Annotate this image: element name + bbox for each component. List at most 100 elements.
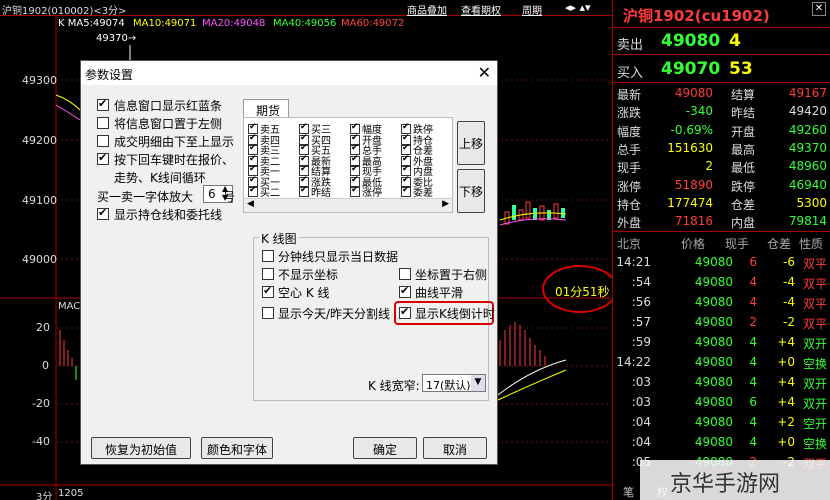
option-label: 将信息窗口置于左侧 [114,117,223,131]
quote-label: 结算 [731,88,756,102]
tick-time: :03 [631,375,651,389]
field-label: 昨结 [311,188,331,199]
dialog-title: 参数设置 [85,68,134,82]
option-label: 显示持仓线和委托线 [114,208,223,222]
tick-price: 49080 [694,355,733,369]
kwidth-label: K 线宽窄: [368,379,420,393]
tick-price: 49080 [694,295,733,309]
macd-label: MAC [58,301,81,312]
high-price-marker: 49370→ [96,33,137,44]
tick-row: :54 49080 4 -4 双平 [613,272,830,292]
reset-defaults-button[interactable]: 恢复为初始值 [91,437,191,459]
period-indicator: 3分 [36,492,53,500]
quote-value: 49167 [788,86,827,100]
kwidth-select[interactable]: 17(默认) ▼ [422,374,486,392]
tick-row: :04 49080 4 +0 空换 [613,432,830,452]
tick-price: 49080 [694,335,733,349]
quote-label: 最高 [731,142,756,157]
chevron-left-icon[interactable]: ◀ [247,199,254,209]
tick-type: 双开 [802,397,827,411]
checkbox-minute-today[interactable] [262,250,274,262]
close-icon[interactable]: ✕ [812,2,826,16]
tick-type: 空开 [802,417,827,431]
tick-header-vol: 现手 [725,237,750,251]
checkbox-day-divider[interactable] [262,307,274,319]
buy-label: 买入 [617,66,644,81]
option-label: 按下回车键时在报价、 [114,153,235,167]
color-font-button[interactable]: 颜色和字体 [201,437,273,459]
tick-row: 14:22 49080 4 +0 空换 [613,352,830,372]
chevron-right-icon[interactable]: ▶ [442,199,449,209]
ok-label: 确定 [372,443,397,457]
tick-oi-change: +4 [777,375,795,389]
futures-field-list[interactable]: 卖五卖四卖三卖二卖一买一买二买三买四买五最新结算涨跌昨结幅度开盘总手最高现手最低… [243,117,453,213]
field-label: 买二 [260,188,280,199]
quote-row: 最新 49080 结算 49167 [613,84,830,102]
tick-volume: 4 [749,295,757,309]
ma20-label: MA20:49048 [202,18,266,29]
tab-trades[interactable]: 笔 [623,484,634,500]
tick-row: :03 49080 6 +4 双开 [613,392,830,412]
watermark: 京华手游网 [640,460,830,500]
ok-button[interactable]: 确定 [353,437,417,459]
checkbox-info-redblue[interactable] [97,97,109,111]
tick-type: 双平 [802,317,827,331]
quote-value: -0.69% [670,122,713,137]
move-down-button[interactable]: 下移 [457,169,485,213]
quote-label: 外盘 [617,216,642,231]
move-up-label: 上移 [458,137,483,151]
move-down-label: 下移 [458,185,483,199]
quote-label: 最新 [617,88,642,102]
checkbox-info-left[interactable] [97,117,109,129]
link-period[interactable]: 周期 [522,2,542,17]
link-options[interactable]: 查看期权 [461,2,501,17]
quote-label: 涨跌 [617,106,642,121]
zoom-unit: 号 [223,190,236,204]
checkbox-axis-right[interactable] [399,268,411,280]
tick-header-type: 性质 [799,237,824,251]
tick-volume: 4 [749,355,757,369]
tick-time: :54 [631,275,651,289]
tick-header-price: 价格 [681,237,706,251]
option-label: 信息窗口显示红蓝条 [114,99,223,113]
kline-option-label: 坐标置于右侧 [415,268,488,282]
field-checkbox[interactable] [299,185,309,197]
tab-futures[interactable]: 期货 [243,99,289,118]
checkbox-smooth-curve[interactable] [399,284,411,298]
checkbox-show-position[interactable] [97,206,109,220]
quote-row: 外盘 71816 内盘 79814 [613,212,830,230]
field-checkbox[interactable] [248,185,258,197]
sell-volume: 4 [729,31,741,51]
cancel-button[interactable]: 取消 [423,437,487,459]
tick-price: 49080 [694,275,733,289]
move-up-button[interactable]: 上移 [457,121,485,165]
tick-row: :03 49080 4 +4 双开 [613,372,830,392]
reset-label: 恢复为初始值 [104,443,177,457]
quote-value: 48960 [788,159,827,174]
zoom-label: 买一卖一字体放大 [97,190,194,204]
y-label-price: 49100 [22,194,57,207]
kline-group-title: K 线图 [259,230,299,247]
tick-row: :59 49080 4 +4 双开 [613,332,830,352]
chevron-down-icon[interactable]: ▼ [471,375,485,391]
tick-volume: 6 [749,255,757,269]
quote-label: 幅度 [617,124,642,139]
tick-time: :03 [631,395,651,409]
checkbox-hide-axis[interactable] [262,268,274,280]
checkbox-kline-countdown[interactable] [399,305,411,319]
checkbox-trades-bottom-up[interactable] [97,135,109,147]
checkbox-enter-cycle[interactable] [97,151,109,165]
y-label-price: 49000 [22,253,57,266]
field-checkbox[interactable] [401,185,411,197]
field-checkbox[interactable] [350,185,360,197]
y-label-macd: -20 [32,397,50,410]
link-overlay[interactable]: 商品叠加 [407,2,447,17]
tick-row: :56 49080 4 -4 双平 [613,292,830,312]
checkbox-hollow-kline[interactable] [262,284,274,298]
nav-arrows-icon[interactable]: ◂▸ ▴▾ [565,1,591,14]
sell-row: 卖出 49080 4 [613,28,830,55]
kline-option-label: 空心 K 线 [278,286,330,300]
tick-volume: 4 [749,375,757,389]
horizontal-scrollbar[interactable]: ◀ ▶ [244,198,452,212]
close-icon[interactable]: ✕ [478,63,491,82]
